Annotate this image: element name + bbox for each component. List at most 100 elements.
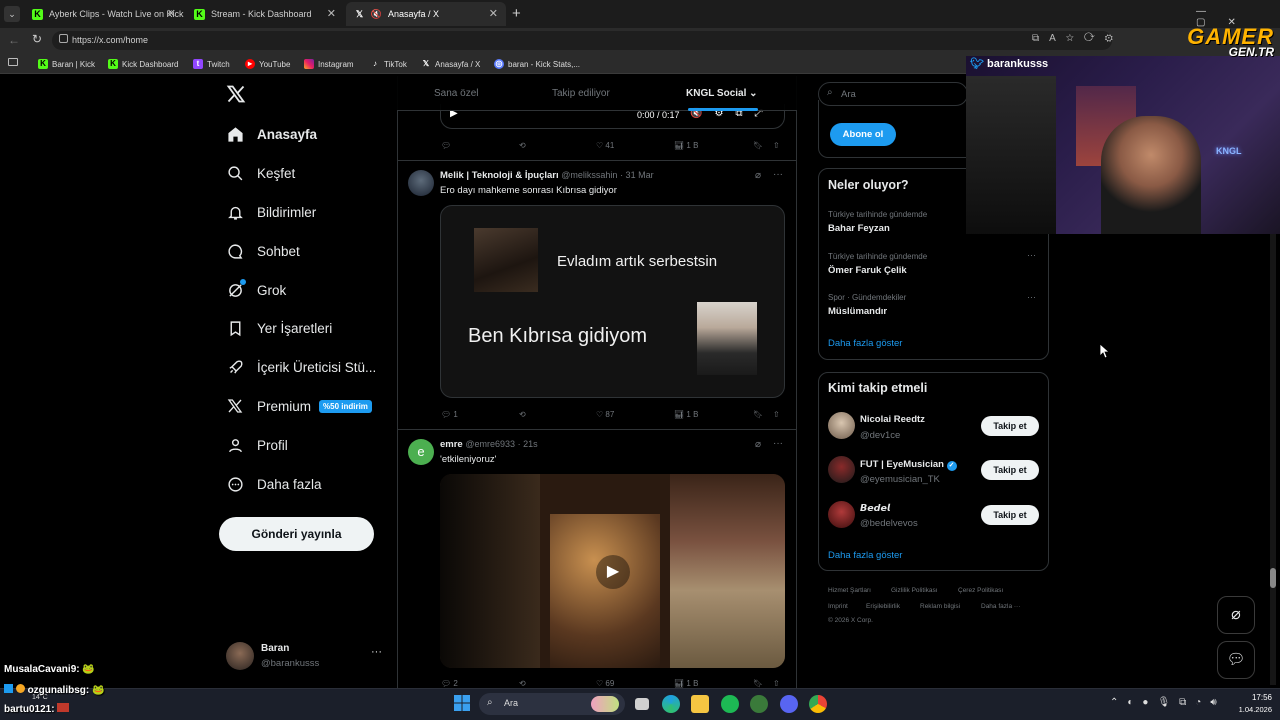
post-author-name[interactable]: Melik | Teknoloji & İpuçları (440, 170, 559, 181)
repost-icon[interactable]: ⟲ (519, 410, 526, 419)
scrollbar-thumb[interactable] (1270, 568, 1276, 588)
x-logo-icon[interactable] (226, 84, 248, 106)
post-time[interactable]: · 21s (518, 439, 538, 449)
tab-kngl-social[interactable]: KNGL Social ⌄ (686, 88, 758, 99)
post-more-icon[interactable]: ··· (773, 169, 783, 180)
back-icon[interactable]: ← (8, 33, 20, 47)
post-button[interactable]: Gönderi yayınla (219, 517, 374, 551)
views-button[interactable]: 📊︎ 1 B (674, 410, 698, 419)
suggestion-name[interactable]: FUT | EyeMusician ✓ (860, 459, 957, 471)
footer-link[interactable]: Çerez Politikası (958, 587, 1003, 594)
post-more-icon[interactable]: ··· (773, 438, 783, 449)
footer-link[interactable]: Gizlilik Politikası (891, 587, 938, 594)
bookmark-icon[interactable]: 🔖︎ (753, 679, 763, 688)
suggestion-avatar[interactable] (828, 456, 855, 483)
grok-icon[interactable]: ⌀ (755, 170, 761, 181)
taskbar-search[interactable]: ⌕ Ara (479, 693, 625, 715)
bookmark-icon[interactable]: 🔖︎ (753, 410, 763, 419)
app-icon[interactable] (750, 695, 768, 713)
muted-speaker-icon[interactable]: 🔇 (371, 9, 382, 20)
repost-icon[interactable]: ⟲ (519, 679, 526, 688)
url-field[interactable]: https://x.com/home (52, 31, 1112, 50)
footer-link[interactable]: Reklam bilgisi (920, 603, 960, 610)
follow-button[interactable]: Takip et (981, 505, 1039, 525)
page-scrollbar[interactable] (1270, 230, 1276, 685)
bookmark-instagram[interactable]: Instagram (304, 56, 354, 72)
bookmark-tiktok[interactable]: ♪ TikTok (370, 56, 407, 72)
post-author-handle[interactable]: @emre6933 (465, 439, 515, 449)
system-tray-icons[interactable]: ⌃◐●🎙︎⧉◔🔊︎ (1110, 697, 1226, 708)
sidebar-item-chat[interactable]: Sohbet (226, 238, 300, 264)
suggestion-name[interactable]: Nicolai Reedtz (860, 414, 925, 425)
bookmark-baran-kick[interactable]: K Baran | Kick (38, 56, 95, 72)
trend-item[interactable]: Türkiye tarihinde gündemde Ömer Faruk Çe… (828, 252, 1038, 276)
sidebar-item-notifications[interactable]: Bildirimler (226, 199, 316, 225)
reply-button[interactable]: 💬︎ 2 (441, 679, 458, 688)
suggestion-avatar[interactable] (828, 501, 855, 528)
bookmark-icon[interactable]: 🔖︎ (753, 141, 763, 150)
sidebar-item-profile[interactable]: Profil (226, 432, 288, 458)
trend-more-icon[interactable]: ··· (1027, 292, 1036, 302)
share-icon[interactable]: ⇧ (773, 410, 780, 419)
sidebar-item-explore[interactable]: Keşfet (226, 160, 295, 186)
refresh-icon[interactable]: ↻ (32, 32, 42, 46)
subscribe-button[interactable]: Abone ol (830, 123, 896, 146)
show-more-trends-link[interactable]: Daha fazla göster (828, 338, 902, 349)
new-tab-button[interactable]: + (512, 5, 521, 22)
toolbar-icons[interactable]: ⧉A☆⟳⚙ (1032, 33, 1123, 44)
post-author-handle[interactable]: @melikssahin (561, 170, 617, 180)
tab-ayberk-clips[interactable]: K Ayberk Clips - Watch Live on Kick ✕ (24, 2, 184, 26)
chrome-icon[interactable] (809, 695, 827, 713)
share-icon[interactable]: ⇧ (773, 679, 780, 688)
sidebar-item-grok[interactable]: Grok (226, 277, 286, 303)
tab-kick-dashboard[interactable]: K Stream - Kick Dashboard ✕ (186, 2, 344, 26)
repost-icon[interactable]: ⟲ (519, 141, 526, 150)
trend-item[interactable]: Spor · Gündemdekiler Müslümandır (828, 293, 1038, 317)
footer-link[interactable]: Daha fazla ··· (981, 603, 1020, 610)
more-dots-icon[interactable]: ··· (371, 646, 382, 658)
suggestion-name[interactable]: 𝘽𝙚𝙙𝙚𝙡 (860, 503, 890, 514)
footer-link[interactable]: Imprint (828, 603, 848, 610)
tab-list-button[interactable]: ⌄ (4, 6, 20, 22)
clock[interactable]: 17:56 1.04.2026 (1232, 693, 1272, 714)
video-play-button[interactable]: ▶ (596, 555, 630, 589)
windows-start-icon[interactable] (454, 695, 470, 711)
share-icon[interactable]: ⇧ (773, 141, 780, 150)
bookmark-kick-dashboard[interactable]: K Kick Dashboard (108, 56, 178, 72)
follow-button[interactable]: Takip et (981, 416, 1039, 436)
reply-icon[interactable]: 💬︎ (441, 141, 451, 150)
tab-following[interactable]: Takip ediliyor (552, 88, 610, 99)
file-explorer-icon[interactable] (691, 695, 709, 713)
tab-x-home[interactable]: 𝕏 🔇 Anasayfa / X ✕ (346, 2, 506, 26)
like-button[interactable]: ♡ 41 (596, 141, 614, 150)
messages-floating-button[interactable]: 💬︎ (1217, 641, 1255, 679)
bookmark-twitch[interactable]: t Twitch (193, 56, 230, 72)
post-avatar[interactable] (408, 170, 434, 196)
follow-button[interactable]: Takip et (981, 460, 1039, 480)
sidebar-item-home[interactable]: Anasayfa (226, 121, 317, 147)
like-button[interactable]: ♡ 69 (596, 679, 614, 688)
like-button[interactable]: ♡ 87 (596, 410, 614, 419)
post-author-name[interactable]: emre (440, 439, 463, 450)
post-time[interactable]: · 31 Mar (620, 170, 654, 180)
grok-floating-button[interactable]: ⌀ (1217, 596, 1255, 634)
show-more-suggestions-link[interactable]: Daha fazla göster (828, 550, 902, 561)
bookmark-kick-stats[interactable]: ◎ baran - Kick Stats,... (494, 56, 580, 72)
bookmark-x[interactable]: 𝕏 Anasayfa / X (421, 56, 481, 72)
task-view-icon[interactable] (635, 698, 649, 710)
reply-button[interactable]: 💬︎ 1 (441, 410, 458, 419)
spotify-icon[interactable] (721, 695, 739, 713)
suggestion-avatar[interactable] (828, 412, 855, 439)
grok-icon[interactable]: ⌀ (755, 439, 761, 450)
edge-icon[interactable] (662, 695, 680, 713)
post-avatar[interactable]: e (408, 439, 434, 465)
sidebar-item-bookmarks[interactable]: Yer İşaretleri (226, 315, 332, 341)
tab-for-you[interactable]: Sana özel (434, 88, 478, 99)
close-tab-icon[interactable]: ✕ (167, 7, 176, 20)
bookmarks-menu-icon[interactable] (8, 58, 18, 66)
post-media-video[interactable]: ▶ (440, 474, 785, 668)
sidebar-item-premium[interactable]: Premium %50 indirim (226, 393, 372, 419)
footer-link[interactable]: Hizmet Şartları (828, 587, 871, 594)
sidebar-item-creator-studio[interactable]: İçerik Üreticisi Stü... (226, 354, 376, 380)
discord-icon[interactable] (780, 695, 798, 713)
